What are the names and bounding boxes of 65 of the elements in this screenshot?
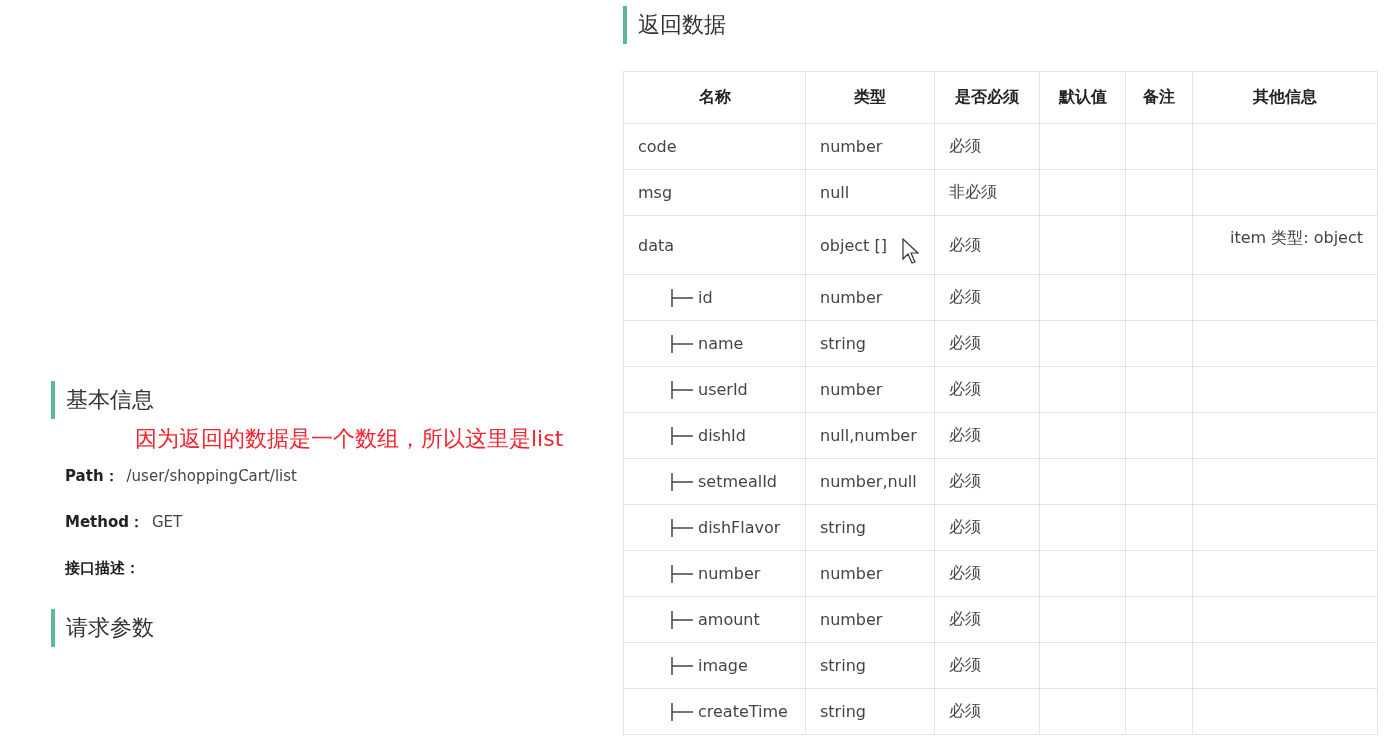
field-name: msg xyxy=(638,183,673,202)
field-label: 接口描述： xyxy=(65,558,140,578)
field-name: name xyxy=(698,334,744,353)
annotation-text: 因为返回的数据是一个数组，所以这里是list xyxy=(135,425,565,453)
tree-branch-icon xyxy=(670,471,694,492)
tree-branch-icon xyxy=(670,379,694,400)
required-text: 必须 xyxy=(949,655,981,674)
field-type: string xyxy=(820,334,866,353)
required-text: 必须 xyxy=(949,333,981,352)
field-name: setmealId xyxy=(698,472,777,491)
field-name: id xyxy=(698,288,713,307)
required-text: 必须 xyxy=(949,287,981,306)
required-text: 必须 xyxy=(949,517,981,536)
required-text: 必须 xyxy=(949,136,981,155)
field-name: userId xyxy=(698,380,748,399)
section-heading: 返回数据 xyxy=(623,6,1378,44)
field-name: image xyxy=(698,656,748,675)
field-label: Method： xyxy=(65,512,144,532)
field-name: createTime xyxy=(698,702,788,721)
field-type: number xyxy=(820,288,883,307)
tree-branch-icon xyxy=(670,655,694,676)
column-header: 默认值 xyxy=(1039,71,1126,124)
tree-branch-icon xyxy=(670,701,694,722)
field-type: string xyxy=(820,656,866,675)
column-header: 其他信息 xyxy=(1192,71,1378,124)
tree-branch-icon xyxy=(670,517,694,538)
required-text: 必须 xyxy=(949,609,981,628)
tree-branch-icon xyxy=(670,287,694,308)
field-type: number xyxy=(820,610,883,629)
field-type: string xyxy=(820,702,866,721)
field-name: dishFlavor xyxy=(698,518,781,537)
field-type: number xyxy=(820,380,883,399)
field-type: null xyxy=(820,183,850,202)
field-value: /user/shoppingCart/list xyxy=(126,467,297,485)
field-type: number,null xyxy=(820,472,917,491)
column-header: 名称 xyxy=(623,71,806,124)
required-text: 必须 xyxy=(949,425,981,444)
tree-branch-icon xyxy=(670,425,694,446)
required-text: 必须 xyxy=(949,563,981,582)
required-text: 必须 xyxy=(949,379,981,398)
tree-branch-icon xyxy=(670,563,694,584)
field-name: number xyxy=(698,564,761,583)
field-name: code xyxy=(638,137,677,156)
field-name: dishId xyxy=(698,426,746,445)
other-info: item 类型: object xyxy=(1230,227,1363,247)
required-text: 必须 xyxy=(949,701,981,720)
field-value: GET xyxy=(152,513,183,531)
field-type: string xyxy=(820,518,866,537)
column-header: 是否必须 xyxy=(934,71,1040,124)
required-text: 非必须 xyxy=(949,182,997,201)
field-type: number xyxy=(820,564,883,583)
section-heading: 请求参数 xyxy=(51,609,623,647)
required-text: 必须 xyxy=(949,471,981,490)
field-type: null,number xyxy=(820,426,917,445)
field-type: number xyxy=(820,137,883,156)
field-label: Path： xyxy=(65,466,119,486)
field-name: data xyxy=(638,235,675,255)
section-heading: 基本信息 xyxy=(51,381,623,419)
tree-branch-icon xyxy=(670,609,694,630)
required-text: 必须 xyxy=(949,234,981,254)
column-header: 类型 xyxy=(805,71,935,124)
tree-branch-icon xyxy=(670,333,694,354)
field-name: amount xyxy=(698,610,760,629)
column-header: 备注 xyxy=(1125,71,1193,124)
field-type: object [] xyxy=(820,235,887,255)
